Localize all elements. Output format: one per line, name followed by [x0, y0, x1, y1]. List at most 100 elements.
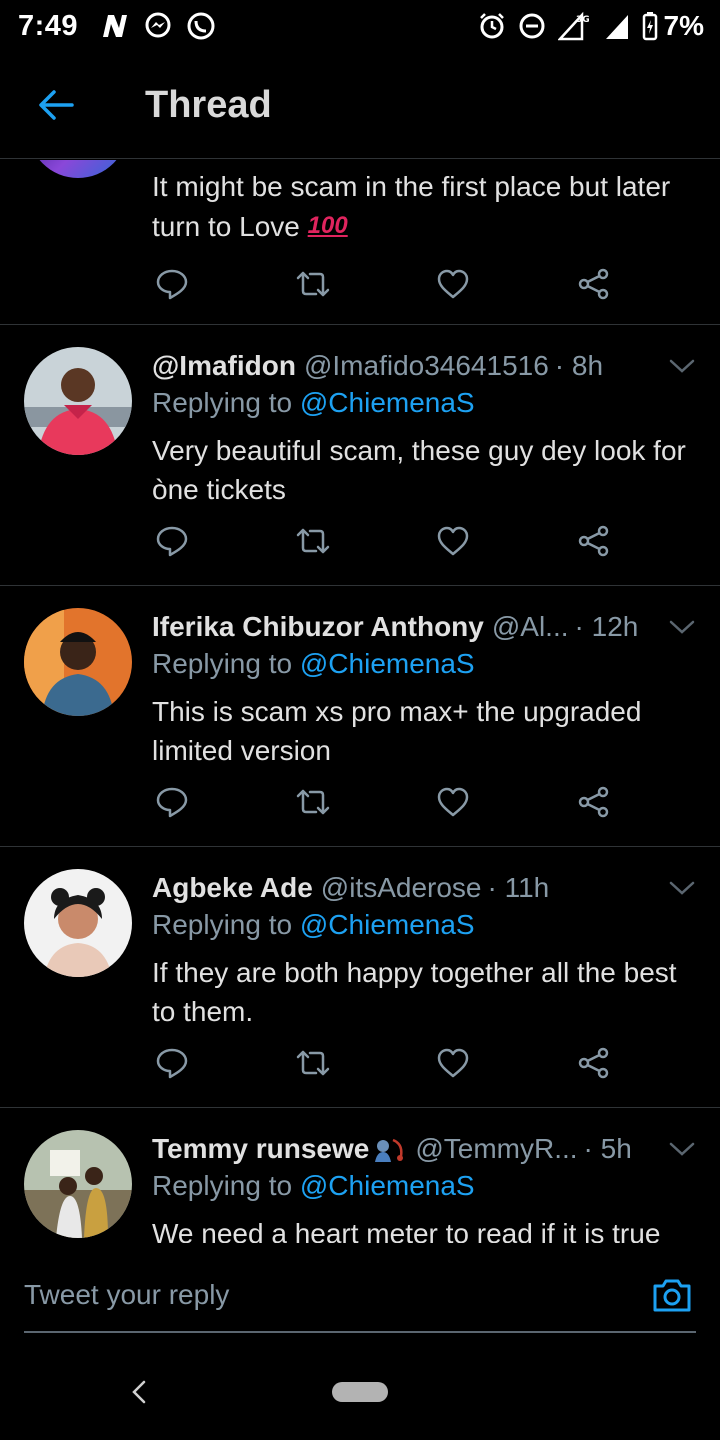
- tweet-time: · 12h: [574, 611, 639, 642]
- svg-text:3G: 3G: [576, 15, 590, 25]
- camera-button[interactable]: [650, 1273, 694, 1317]
- avatar[interactable]: [24, 608, 132, 716]
- handle[interactable]: @TemmyR...: [415, 1133, 577, 1165]
- reply-icon: [156, 269, 188, 300]
- replying-to: Replying to @ChiemenaS: [152, 648, 475, 679]
- notification-icons: [100, 11, 216, 41]
- reply-button[interactable]: [152, 264, 192, 304]
- avatar[interactable]: [28, 160, 128, 178]
- share-icon: [578, 786, 609, 818]
- reply-input[interactable]: [24, 1273, 624, 1317]
- tweet-reply[interactable]: Iferika Chibuzor Anthony @Al... · 12h Re…: [0, 586, 720, 847]
- page-title: Thread: [145, 83, 272, 126]
- tweet-menu-button[interactable]: [667, 1134, 697, 1164]
- chevron-down-icon: [669, 620, 695, 634]
- tweet-time: · 5h: [583, 1133, 632, 1164]
- display-name[interactable]: Temmy runsewe: [152, 1133, 369, 1165]
- tweet-time: · 11h: [487, 872, 550, 903]
- reply-composer: [0, 1243, 720, 1353]
- handle[interactable]: @Al...: [492, 611, 569, 643]
- mention-link[interactable]: @ChiemenaS: [300, 1170, 475, 1201]
- mention-link[interactable]: @ChiemenaS: [300, 387, 475, 418]
- tweet-header: Agbeke Ade @itsAderose · 11h: [152, 867, 697, 909]
- tweet-header: Temmy runsewe @TemmyR... · 5h: [152, 1128, 697, 1170]
- display-name[interactable]: Iferika Chibuzor Anthony: [152, 611, 484, 643]
- avatar[interactable]: [24, 347, 132, 455]
- replying-to: Replying to @ChiemenaS: [152, 909, 475, 940]
- tweet-text: This is scam xs pro max+ the upgraded li…: [152, 696, 642, 766]
- tweet-reply[interactable]: Temmy runsewe @TemmyR... · 5h Replying t…: [0, 1108, 720, 1243]
- like-button[interactable]: [433, 521, 473, 561]
- dnd-icon: [519, 13, 545, 39]
- chevron-down-icon: [669, 881, 695, 895]
- like-button[interactable]: [433, 264, 473, 304]
- retweet-button[interactable]: [293, 1043, 333, 1083]
- reply-icon: [156, 1048, 188, 1079]
- thread-list[interactable]: It might be scam in the first place but …: [0, 160, 720, 1243]
- tweet-header: Iferika Chibuzor Anthony @Al... · 12h: [152, 606, 697, 648]
- reply-button[interactable]: [152, 782, 192, 822]
- app-header: Thread: [0, 52, 720, 159]
- tweet-menu-button[interactable]: [667, 873, 697, 903]
- tweet-text: We need a heart meter to read if it is t…: [152, 1218, 661, 1243]
- system-nav-bar: [0, 1353, 720, 1440]
- display-name[interactable]: @Imafidon: [152, 350, 296, 382]
- share-button[interactable]: [574, 264, 614, 304]
- retweet-button[interactable]: [293, 782, 333, 822]
- input-underline: [24, 1331, 696, 1333]
- tweet-text: Very beautiful scam, these guy dey look …: [152, 435, 686, 505]
- n-app-icon: [103, 15, 128, 37]
- camera-icon: [653, 1279, 691, 1312]
- back-button[interactable]: [0, 52, 112, 159]
- reply-button[interactable]: [152, 521, 192, 561]
- tweet-text: If they are both happy together all the …: [152, 957, 677, 1027]
- share-button[interactable]: [574, 521, 614, 561]
- retweet-button[interactable]: [293, 521, 333, 561]
- avatar[interactable]: [24, 1130, 132, 1238]
- chevron-left-icon: [132, 1380, 146, 1404]
- reply-icon: [156, 787, 188, 818]
- back-arrow-icon: [39, 90, 74, 120]
- share-button[interactable]: [574, 1043, 614, 1083]
- tweet-menu-button[interactable]: [667, 612, 697, 642]
- reply-icon: [156, 526, 188, 557]
- retweet-icon: [296, 271, 330, 297]
- nav-back-button[interactable]: [124, 1377, 154, 1407]
- replying-to: Replying to @ChiemenaS: [152, 387, 475, 418]
- status-time: 7:49: [18, 9, 79, 42]
- tweet-menu-button[interactable]: [667, 351, 697, 381]
- mention-link[interactable]: @ChiemenaS: [300, 909, 475, 940]
- like-icon: [437, 1048, 469, 1078]
- whatsapp-icon: [187, 12, 215, 40]
- tweet-actions: [152, 782, 622, 822]
- woman-singer-emoji-icon: [375, 1138, 404, 1162]
- share-icon: [578, 1047, 609, 1079]
- like-button[interactable]: [433, 1043, 473, 1083]
- tweet-parent[interactable]: It might be scam in the first place but …: [0, 160, 720, 325]
- tweet-time: · 8h: [554, 350, 604, 381]
- share-button[interactable]: [574, 782, 614, 822]
- handle[interactable]: @itsAderose: [321, 872, 482, 904]
- like-icon: [437, 269, 469, 299]
- display-name[interactable]: Agbeke Ade: [152, 872, 313, 904]
- tweet-actions: [152, 1043, 622, 1083]
- tweet-reply[interactable]: @Imafidon @Imafido34641516 · 8h Replying…: [0, 325, 720, 586]
- nav-home-pill[interactable]: [332, 1382, 388, 1402]
- retweet-icon: [296, 789, 330, 815]
- chevron-down-icon: [669, 359, 695, 373]
- retweet-icon: [296, 1050, 330, 1076]
- mention-link[interactable]: @ChiemenaS: [300, 648, 475, 679]
- messenger-icon: [145, 12, 171, 38]
- battery-icon: [642, 12, 657, 41]
- reply-button[interactable]: [152, 1043, 192, 1083]
- tweet-reply[interactable]: Agbeke Ade @itsAderose · 11h Replying to…: [0, 847, 720, 1108]
- avatar[interactable]: [24, 869, 132, 977]
- handle[interactable]: @Imafido34641516: [304, 350, 549, 382]
- retweet-icon: [296, 528, 330, 554]
- like-button[interactable]: [433, 782, 473, 822]
- tweet-text: It might be scam in the first place but …: [152, 167, 692, 246]
- status-bar: 7:49 3G 7%: [0, 0, 720, 52]
- retweet-button[interactable]: [293, 264, 333, 304]
- system-icons: 3G 7%: [478, 10, 704, 42]
- signal-icon: [605, 15, 628, 39]
